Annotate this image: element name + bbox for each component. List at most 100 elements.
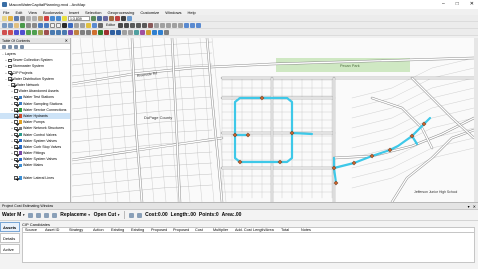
editor-menu[interactable]: Editor — [104, 23, 117, 27]
search-window-icon[interactable] — [109, 15, 114, 21]
cip-options-icon[interactable]: ▾ — [468, 204, 470, 209]
pan-icon[interactable] — [14, 22, 19, 28]
cip-estimate-icon[interactable] — [62, 29, 67, 35]
hyperlink-icon[interactable] — [86, 22, 91, 28]
catalog-icon[interactable] — [103, 15, 108, 21]
next-extent-icon[interactable] — [44, 22, 49, 28]
create-feature-icon[interactable] — [98, 29, 103, 35]
paste-icon[interactable] — [38, 15, 43, 21]
connect-icon[interactable] — [110, 29, 115, 35]
menu-customize[interactable]: Customize — [140, 10, 159, 15]
undo-icon[interactable] — [50, 15, 55, 21]
select-assets-icon[interactable] — [28, 212, 34, 218]
arctoolbox-icon[interactable] — [115, 15, 120, 21]
clear-assets-icon[interactable] — [36, 212, 42, 218]
cut-icon[interactable] — [26, 15, 31, 21]
column-header[interactable]: Strategy — [67, 228, 91, 232]
layer-visibility-checkbox[interactable] — [14, 126, 18, 131]
menu-selection[interactable]: Selection — [85, 10, 101, 15]
layer-visibility-checkbox[interactable] — [14, 132, 18, 137]
valve-tool-icon[interactable] — [152, 29, 157, 35]
print-icon[interactable] — [20, 15, 25, 21]
geometric-network-icon[interactable] — [140, 29, 145, 35]
export-icon[interactable] — [137, 212, 143, 218]
cip-export-icon[interactable] — [74, 29, 79, 35]
layer-manager-icon[interactable] — [86, 29, 91, 35]
list-by-selection-icon[interactable] — [20, 45, 24, 49]
split-icon[interactable] — [172, 22, 178, 28]
fixed-zoom-out-icon[interactable] — [32, 22, 37, 28]
python-icon[interactable] — [121, 15, 126, 21]
hydrant-tool-icon[interactable] — [146, 29, 151, 35]
layer-visibility-checkbox[interactable] — [8, 64, 12, 69]
lateral-tool-icon[interactable] — [164, 29, 169, 35]
list-by-visibility-icon[interactable] — [14, 45, 18, 49]
identify-icon[interactable] — [68, 22, 73, 28]
attributes-icon[interactable] — [184, 22, 190, 28]
attribute-assistant-icon[interactable] — [92, 29, 97, 35]
time-slider-icon[interactable] — [92, 22, 97, 28]
point-icon[interactable] — [148, 22, 154, 28]
tab-details[interactable]: Details — [0, 233, 20, 243]
cip-select-icon[interactable] — [56, 29, 61, 35]
valve-symbol[interactable] — [289, 130, 295, 136]
redo-icon[interactable] — [56, 15, 61, 21]
select-features-icon[interactable] — [50, 22, 55, 28]
column-header[interactable]: Total — [279, 228, 299, 232]
trace-task-icon[interactable] — [14, 29, 19, 35]
measure-icon[interactable] — [80, 22, 85, 28]
column-header[interactable]: Cost — [193, 228, 211, 232]
edit-vertices-icon[interactable] — [154, 22, 160, 28]
layer-visibility-checkbox[interactable] — [11, 83, 15, 87]
tab-assets[interactable]: Assets — [0, 222, 20, 232]
toc-close-icon[interactable]: ✕ — [65, 38, 68, 43]
column-header[interactable]: Length/Area — [251, 228, 279, 232]
clear-results-icon[interactable] — [44, 29, 49, 35]
column-header[interactable]: Proposed — [149, 228, 171, 232]
cip-tool-icon[interactable] — [50, 29, 55, 35]
list-by-drawing-order-icon[interactable] — [2, 45, 6, 49]
calculate-icon[interactable] — [129, 212, 135, 218]
layer-visibility-checkbox[interactable] — [14, 89, 18, 93]
editor-toolbar-icon[interactable] — [91, 15, 96, 21]
menu-windows[interactable]: Windows — [165, 10, 181, 15]
open-icon[interactable] — [8, 15, 13, 21]
column-header[interactable]: Existing — [109, 228, 129, 232]
cip-report-icon[interactable] — [68, 29, 73, 35]
map-vertical-scrollbar[interactable] — [474, 38, 478, 202]
menu-edit[interactable]: Edit — [15, 10, 22, 15]
trace-icon[interactable] — [142, 22, 148, 28]
flag-icon[interactable] — [2, 29, 7, 35]
layer-visibility-checkbox[interactable] — [14, 101, 18, 106]
downstream-trace-icon[interactable] — [38, 29, 43, 35]
upstream-trace-icon[interactable] — [32, 29, 37, 35]
menu-view[interactable]: View — [28, 10, 37, 15]
maximize-button[interactable]: □ — [456, 1, 459, 7]
topology-icon[interactable] — [128, 29, 133, 35]
list-by-source-icon[interactable] — [8, 45, 12, 49]
layer-visibility-checkbox[interactable] — [14, 108, 18, 112]
save-icon[interactable] — [14, 15, 19, 21]
layer-visibility-checkbox[interactable] — [14, 163, 18, 168]
menu-geoprocessing[interactable]: Geoprocessing — [107, 10, 134, 15]
edit-tool-icon[interactable] — [118, 22, 124, 28]
map-scale-input[interactable]: 1:3,839 — [68, 15, 90, 21]
column-header[interactable]: Multiplier — [211, 228, 233, 232]
minimize-button[interactable]: – — [442, 1, 445, 7]
toc-icon[interactable] — [97, 15, 102, 21]
layer-visibility-checkbox[interactable] — [14, 176, 18, 180]
viewer-icon[interactable] — [98, 22, 103, 28]
isolation-trace-icon[interactable] — [26, 29, 31, 35]
add-data-icon[interactable] — [62, 15, 67, 21]
cip-close-icon[interactable]: ✕ — [473, 204, 476, 209]
main-tool-icon[interactable] — [158, 29, 163, 35]
asset-type-select[interactable]: Water M▼ — [2, 212, 25, 218]
delete-icon[interactable] — [44, 15, 49, 21]
rotate-icon[interactable] — [178, 22, 184, 28]
disconnect-icon[interactable] — [116, 29, 121, 35]
layer-visibility-checkbox[interactable] — [14, 114, 18, 118]
column-header[interactable]: Notes — [299, 228, 329, 232]
flash-icon[interactable] — [52, 212, 58, 218]
menu-bookmarks[interactable]: Bookmarks — [43, 10, 63, 15]
network-analyst-icon[interactable] — [134, 29, 139, 35]
